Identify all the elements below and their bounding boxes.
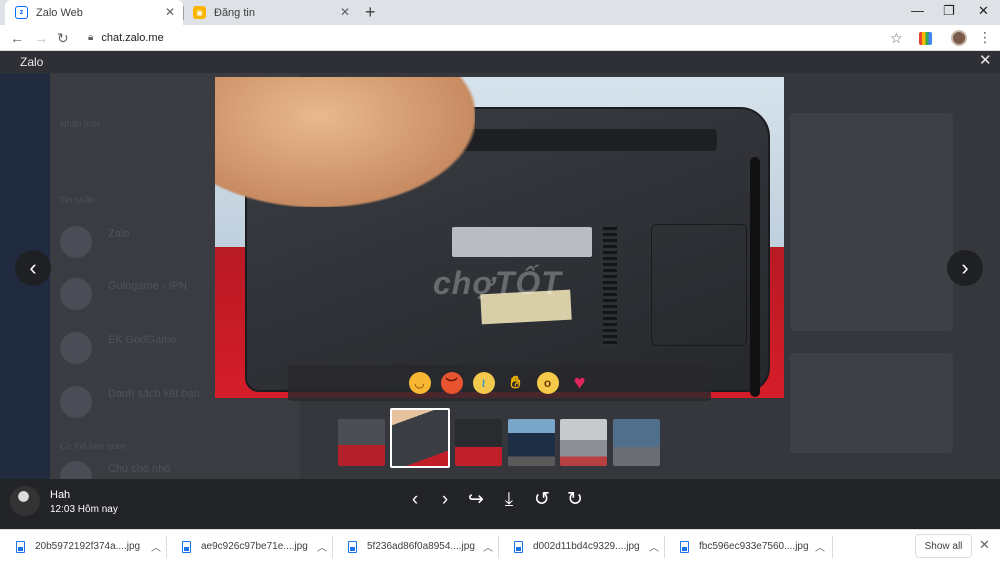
download-item[interactable]: 5f236ad86f0a8954....jpg ︿ [332, 530, 498, 562]
download-icon[interactable]: ⤓ [498, 489, 520, 511]
chevron-up-icon[interactable]: ︿ [317, 539, 327, 554]
rotate-left-icon[interactable]: ↺ [531, 489, 553, 511]
download-divider [832, 536, 833, 558]
section-header: Có thể bạn quen [60, 441, 127, 451]
sender-time: 12:03 Hôm nay [50, 504, 118, 515]
photo-laptop-label [452, 227, 592, 257]
new-tab-button[interactable]: + [365, 2, 376, 22]
share-forward-icon[interactable]: ↪ [465, 489, 487, 511]
next-icon[interactable]: › [434, 489, 456, 511]
previous-image-button[interactable]: ‹ [15, 250, 51, 286]
zalo-page: Nhắn mới Tin nhắn Zalo Gulogame - IPN EK… [0, 51, 1000, 529]
contact-name: Chú chó nhỏ [108, 463, 171, 475]
download-filename: 5f236ad86f0a8954....jpg [367, 541, 475, 552]
heart-reaction-icon[interactable]: ♥ [569, 372, 591, 394]
image-file-icon [680, 540, 689, 553]
next-image-button[interactable]: › [947, 250, 983, 286]
message-image-card [790, 353, 953, 453]
image-file-icon [514, 540, 523, 553]
chevron-up-icon[interactable]: ︿ [649, 539, 659, 554]
bookmark-star-icon[interactable]: ☆ [890, 29, 903, 47]
chevron-up-icon[interactable]: ︿ [815, 539, 825, 554]
contact-name: Danh sách kết bạn [108, 388, 200, 400]
show-all-button[interactable]: Show all [915, 534, 972, 558]
browser-tab-strip: z Zalo Web ✕ ▣ Đăng tin ✕ + — ❐ ✕ [0, 0, 1000, 25]
tab-zalo-web[interactable]: z Zalo Web ✕ [5, 0, 183, 25]
laugh-reaction-icon[interactable]: ◡ [408, 372, 431, 394]
contact-name: Gulogame - IPN [108, 280, 187, 292]
thumbnail[interactable] [455, 419, 502, 466]
reload-icon[interactable]: ↻ [57, 29, 69, 47]
viewer-title: Zalo [20, 55, 44, 69]
avatar [60, 386, 92, 418]
previous-icon[interactable]: ‹ [404, 489, 426, 511]
image-file-icon [16, 540, 25, 553]
thumbnail[interactable] [338, 419, 385, 466]
download-item[interactable]: fbc596ec933e7560....jpg ︿ [664, 530, 830, 562]
download-filename: ae9c926c97be71e....jpg [201, 541, 308, 552]
photo-hand [215, 77, 475, 207]
download-item[interactable]: 20b5972192f374a....jpg ︿ [0, 530, 166, 562]
thumbnail[interactable] [508, 419, 555, 466]
section-header: Tin nhắn [60, 195, 95, 205]
download-item[interactable]: ae9c926c97be71e....jpg ︿ [166, 530, 332, 562]
section-header: Nhắn mới [60, 119, 100, 129]
viewer-footer: Hah 12:03 Hôm nay ‹ › ↪ ⤓ ↺ ↻ [0, 479, 1000, 529]
close-tab-icon[interactable]: ✕ [165, 5, 175, 19]
download-item[interactable]: d002d11bd4c9329....jpg ︿ [498, 530, 664, 562]
sender-name: Hah [50, 489, 71, 501]
close-tab-icon[interactable]: ✕ [340, 5, 350, 19]
download-filename: d002d11bd4c9329....jpg [533, 541, 640, 552]
tab-dang-tin[interactable]: ▣ Đăng tin ✕ [183, 0, 358, 25]
wow-reaction-icon[interactable]: o [536, 372, 559, 394]
contact-name: EK GodGame [108, 334, 177, 346]
extension-icon[interactable] [919, 32, 932, 45]
tab-title: Đăng tin [214, 6, 255, 19]
sender-avatar [10, 486, 40, 516]
close-shelf-icon[interactable]: ✕ [979, 537, 990, 553]
profile-avatar[interactable] [951, 30, 967, 46]
photo-laptop-panel [651, 224, 747, 346]
message-image-card [790, 113, 953, 331]
download-shelf: 20b5972192f374a....jpg ︿ ae9c926c97be71e… [0, 529, 1000, 562]
reaction-bar: ◡ ︶ ≀ ✋︎ o ♥ [288, 365, 711, 401]
main-photo: chợTỐT [215, 77, 784, 398]
cry-reaction-icon[interactable]: ≀ [472, 372, 495, 394]
app-nav-sidebar [0, 71, 50, 529]
browser-toolbar: ← → ↻ 🔒︎ chat.zalo.me ☆ ⋮ [0, 25, 1000, 51]
url-text: chat.zalo.me [101, 31, 164, 44]
like-reaction-icon[interactable]: ✋︎ [505, 372, 527, 394]
thumbnail[interactable] [560, 419, 607, 466]
avatar [60, 332, 92, 364]
download-filename: fbc596ec933e7560....jpg [699, 541, 809, 552]
photo-cable [750, 157, 760, 397]
chotot-icon: ▣ [193, 6, 206, 19]
rotate-right-icon[interactable]: ↻ [564, 489, 586, 511]
minimize-icon[interactable]: — [911, 3, 924, 19]
download-filename: 20b5972192f374a....jpg [35, 541, 141, 552]
viewer-header: Zalo ✕ [0, 51, 1000, 73]
photo-laptop-vent [603, 227, 617, 347]
image-file-icon [348, 540, 357, 553]
lock-icon: 🔒︎ [88, 32, 94, 43]
photo-watermark: chợTỐT [433, 265, 562, 301]
forward-icon[interactable]: → [34, 29, 48, 47]
back-icon[interactable]: ← [10, 29, 24, 47]
image-file-icon [182, 540, 191, 553]
tab-title: Zalo Web [36, 6, 83, 19]
address-bar[interactable]: 🔒︎ chat.zalo.me [80, 27, 910, 48]
browser-menu-icon[interactable]: ⋮ [978, 28, 992, 46]
thumbnail[interactable] [613, 419, 660, 466]
thumbnail-active[interactable] [390, 408, 450, 468]
angry-reaction-icon[interactable]: ︶ [440, 372, 463, 394]
avatar [60, 278, 92, 310]
maximize-icon[interactable]: ❐ [943, 3, 955, 19]
close-window-icon[interactable]: ✕ [978, 3, 989, 19]
chevron-up-icon[interactable]: ︿ [151, 539, 161, 554]
chevron-up-icon[interactable]: ︿ [483, 539, 493, 554]
zalo-icon: z [15, 6, 28, 19]
avatar [60, 226, 92, 258]
close-viewer-icon[interactable]: ✕ [979, 52, 992, 70]
contact-name: Zalo [108, 228, 130, 240]
